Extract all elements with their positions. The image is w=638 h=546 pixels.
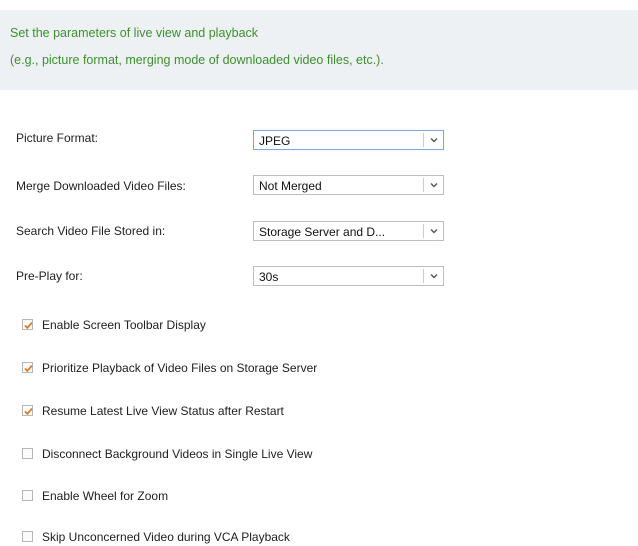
- picture-format-label: Picture Format:: [16, 131, 99, 145]
- chevron-down-icon[interactable]: [428, 270, 440, 282]
- pre-play-value: 30s: [259, 270, 279, 284]
- checkbox[interactable]: [22, 362, 33, 373]
- checkbox[interactable]: [22, 531, 33, 542]
- checkbox[interactable]: [22, 448, 33, 459]
- description-line-2: (e.g., picture format, merging mode of d…: [10, 53, 384, 67]
- option-label: Disconnect Background Videos in Single L…: [42, 447, 313, 461]
- description-panel: Set the parameters of live view and play…: [0, 10, 638, 90]
- checkbox[interactable]: [22, 490, 33, 501]
- search-stored-value: Storage Server and D...: [259, 225, 386, 239]
- pre-play-label: Pre-Play for:: [16, 269, 83, 283]
- checkmark-icon: [24, 407, 33, 416]
- chevron-down-icon[interactable]: [428, 179, 440, 191]
- option-label: Skip Unconcerned Video during VCA Playba…: [42, 530, 290, 544]
- option-label: Resume Latest Live View Status after Res…: [42, 404, 284, 418]
- option-label: Enable Screen Toolbar Display: [42, 318, 206, 332]
- picture-format-dropdown[interactable]: JPEG: [253, 130, 444, 150]
- pre-play-dropdown[interactable]: 30s: [253, 266, 444, 286]
- chevron-down-icon[interactable]: [428, 225, 440, 237]
- option-label: Enable Wheel for Zoom: [42, 489, 169, 503]
- checkbox[interactable]: [22, 405, 33, 416]
- search-stored-label: Search Video File Stored in:: [16, 224, 166, 238]
- checkbox[interactable]: [22, 319, 33, 330]
- checkmark-icon: [24, 321, 33, 330]
- description-line-1: Set the parameters of live view and play…: [10, 26, 259, 40]
- picture-format-value: JPEG: [259, 134, 291, 148]
- checkmark-icon: [24, 364, 33, 373]
- merge-files-label: Merge Downloaded Video Files:: [16, 179, 186, 193]
- option-label: Prioritize Playback of Video Files on St…: [42, 361, 318, 375]
- merge-files-dropdown[interactable]: Not Merged: [253, 175, 444, 195]
- search-stored-dropdown[interactable]: Storage Server and D...: [253, 221, 444, 241]
- merge-files-value: Not Merged: [259, 179, 322, 193]
- chevron-down-icon[interactable]: [428, 134, 440, 146]
